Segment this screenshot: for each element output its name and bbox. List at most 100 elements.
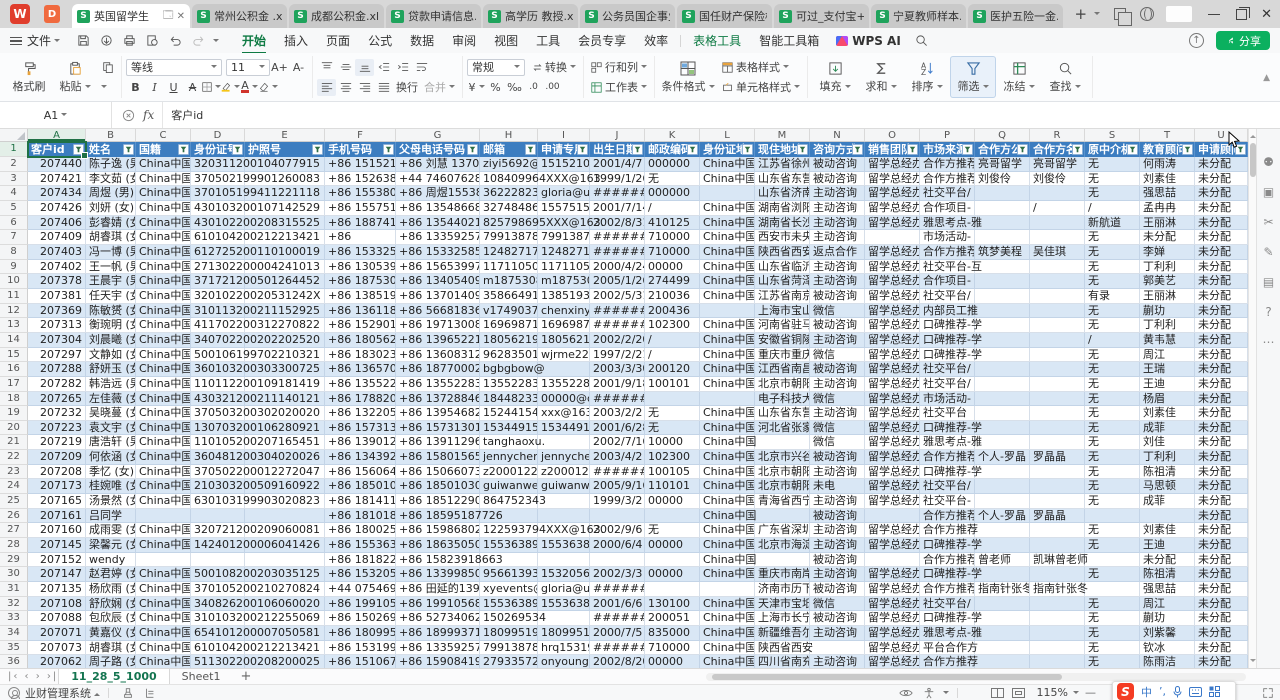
cell-B25[interactable]: 汤景然 (女 bbox=[86, 494, 136, 509]
cell-C32[interactable]: China中国 bbox=[136, 597, 191, 612]
cell-U4[interactable]: 未分配 bbox=[1195, 186, 1248, 201]
doc-tab[interactable]: S贷款申请信息.xlsx bbox=[386, 4, 481, 28]
cell-A7[interactable]: 207409 bbox=[28, 230, 86, 245]
cell-K22[interactable]: 102300 bbox=[645, 450, 700, 465]
cell-B15[interactable]: 文静如 (女 bbox=[86, 348, 136, 363]
cell-M17[interactable]: 北京市朝阳 bbox=[755, 377, 810, 392]
cell-O17[interactable]: 留学总经办 bbox=[865, 377, 920, 392]
cell-B22[interactable]: 何依涵 (女 bbox=[86, 450, 136, 465]
cell-A6[interactable]: 207406 bbox=[28, 216, 86, 231]
decrease-decimal-button[interactable]: .00 bbox=[543, 79, 562, 96]
currency-button[interactable]: ¥ bbox=[467, 79, 486, 96]
filter-dropdown-icon[interactable] bbox=[312, 144, 323, 155]
cell-P19[interactable]: 社交平台 bbox=[920, 406, 975, 421]
globe-icon[interactable] bbox=[1140, 7, 1154, 21]
cell-U23[interactable]: 未分配 bbox=[1195, 465, 1248, 480]
fx-icon[interactable]: fx bbox=[143, 108, 154, 122]
cell-S11[interactable]: 有录 bbox=[1085, 289, 1140, 304]
cell-U28[interactable]: 未分配 bbox=[1195, 538, 1248, 553]
cell-F35[interactable]: +86 15319918( bbox=[325, 641, 396, 656]
cell-D17[interactable]: 110112200109181419 bbox=[191, 377, 245, 392]
cell-N32[interactable]: 微信 bbox=[810, 597, 865, 612]
cell-M19[interactable]: 山东省东营 bbox=[755, 406, 810, 421]
cell-T12[interactable]: 蒯玏 bbox=[1140, 304, 1195, 319]
cell-R26[interactable]: 罗晶晶 bbox=[1030, 509, 1085, 524]
filter-dropdown-icon[interactable] bbox=[1072, 144, 1083, 155]
cell-M21[interactable] bbox=[755, 435, 810, 450]
menu-item-11[interactable]: 表格工具 bbox=[684, 28, 750, 53]
doc-tab[interactable]: S常州公积金 .xlsx bbox=[192, 4, 287, 28]
cell-R36[interactable] bbox=[1030, 655, 1085, 668]
cell-J17[interactable]: 2001/9/18 bbox=[590, 377, 645, 392]
cell-I2[interactable]: 151521001 bbox=[538, 157, 590, 172]
cell-S9[interactable]: 无 bbox=[1085, 260, 1140, 275]
cell-Q11[interactable] bbox=[975, 289, 1030, 304]
cell-M6[interactable]: 湖南省长沙 bbox=[755, 216, 810, 231]
cell-G21[interactable]: +86 1391129694 bbox=[396, 435, 480, 450]
cell-S19[interactable]: 无 bbox=[1085, 406, 1140, 421]
eye-protect-icon[interactable] bbox=[899, 688, 913, 698]
cell-U34[interactable]: 未分配 bbox=[1195, 626, 1248, 641]
cell-K15[interactable]: / bbox=[645, 348, 700, 363]
cell-C2[interactable]: China中国 bbox=[136, 157, 191, 172]
cell-Q16[interactable] bbox=[975, 362, 1030, 377]
cell-Q26[interactable]: 个人-罗晶 bbox=[975, 509, 1030, 524]
cell-R6[interactable] bbox=[1030, 216, 1085, 231]
cell-K14[interactable]: / bbox=[645, 333, 700, 348]
cell-N15[interactable]: 微信 bbox=[810, 348, 865, 363]
cell-G12[interactable]: +86 56681836 bbox=[396, 304, 480, 319]
merge-button[interactable]: 合并 bbox=[421, 79, 458, 95]
cell-D12[interactable]: 310113200211152925 bbox=[191, 304, 245, 319]
number-format-select[interactable]: 常规 bbox=[467, 59, 525, 76]
cell-N28[interactable]: 主动咨询 bbox=[810, 538, 865, 553]
cell-K20[interactable]: 无 bbox=[645, 421, 700, 436]
cell-L7[interactable]: China中国 bbox=[700, 230, 755, 245]
cell-H18[interactable]: 184482332 bbox=[480, 392, 538, 407]
cell-G2[interactable]: +86 刘慧 137052 bbox=[396, 157, 480, 172]
cell-K31[interactable] bbox=[645, 582, 700, 597]
cell-B35[interactable]: 胡睿琪 (女 bbox=[86, 641, 136, 656]
cell-M16[interactable]: 江西省南昌 bbox=[755, 362, 810, 377]
filter-dropdown-icon[interactable] bbox=[577, 144, 588, 155]
cell-U21[interactable]: 未分配 bbox=[1195, 435, 1248, 450]
cell-U17[interactable]: 未分配 bbox=[1195, 377, 1248, 392]
cell-L29[interactable]: China中国 bbox=[700, 553, 755, 568]
outline-icon[interactable] bbox=[144, 687, 156, 699]
filter-dropdown-icon[interactable] bbox=[73, 144, 84, 155]
cell-T13[interactable]: 丁利利 bbox=[1140, 318, 1195, 333]
filter-dropdown-icon[interactable] bbox=[632, 144, 643, 155]
cell-N36[interactable]: 主动咨询 bbox=[810, 655, 865, 668]
cell-I15[interactable]: wjrme221( bbox=[538, 348, 590, 363]
accessibility-icon[interactable] bbox=[923, 687, 935, 699]
cell-T9[interactable]: 丁利利 bbox=[1140, 260, 1195, 275]
cell-Q8[interactable]: 筑梦美程 bbox=[975, 245, 1030, 260]
cell-R10[interactable] bbox=[1030, 274, 1085, 289]
filter-dropdown-icon[interactable] bbox=[797, 144, 808, 155]
cell-R32[interactable] bbox=[1030, 597, 1085, 612]
cell-P7[interactable]: 市场活动- bbox=[920, 230, 975, 245]
cell-C31[interactable]: China中国 bbox=[136, 582, 191, 597]
cell-J4[interactable]: ######## bbox=[590, 186, 645, 201]
cell-H24[interactable]: guiwanwei bbox=[480, 479, 538, 494]
cell-A10[interactable]: 207378 bbox=[28, 274, 86, 289]
cell-O36[interactable]: 留学总经办 bbox=[865, 655, 920, 668]
cell-Q10[interactable] bbox=[975, 274, 1030, 289]
cell-C26[interactable] bbox=[136, 509, 191, 524]
cell-P18[interactable]: 市场活动- bbox=[920, 392, 975, 407]
cell-N3[interactable]: 被动咨询 bbox=[810, 172, 865, 187]
cell-Q15[interactable] bbox=[975, 348, 1030, 363]
cell-G24[interactable]: +86 1850103098: bbox=[396, 479, 480, 494]
row-number-6[interactable]: 6 bbox=[0, 216, 28, 231]
cell-U20[interactable]: 未分配 bbox=[1195, 421, 1248, 436]
cell-D16[interactable]: 360103200303300725 bbox=[191, 362, 245, 377]
cell-R9[interactable] bbox=[1030, 260, 1085, 275]
cell-G13[interactable]: +86 1971300890 bbox=[396, 318, 480, 333]
cell-F26[interactable]: +86 18101832( bbox=[325, 509, 396, 524]
cell-D29[interactable] bbox=[191, 553, 245, 568]
doc-tab[interactable]: S医护五险一金.xlsx bbox=[968, 4, 1063, 28]
row-number-35[interactable]: 35 bbox=[0, 641, 28, 656]
filter-dropdown-icon[interactable] bbox=[1017, 144, 1028, 155]
cell-H15[interactable]: 962835011 bbox=[480, 348, 538, 363]
cell-R14[interactable] bbox=[1030, 333, 1085, 348]
cell-A26[interactable]: 207161 bbox=[28, 509, 86, 524]
